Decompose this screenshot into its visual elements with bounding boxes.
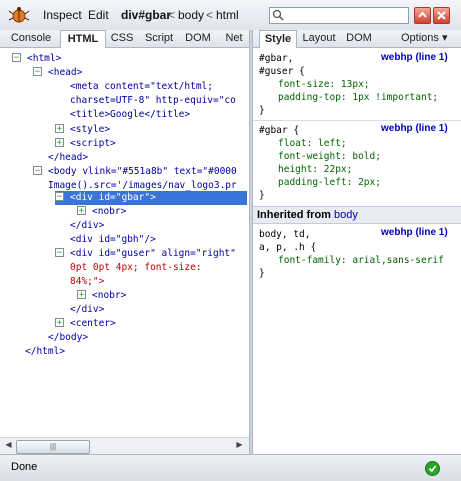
tab-script[interactable]: Script <box>140 30 178 47</box>
tab-layout[interactable]: Layout <box>299 30 339 47</box>
collapse-toggle[interactable]: − <box>55 248 64 258</box>
minimize-up-icon <box>418 11 427 18</box>
css-property[interactable]: font-family: arial,sans-serif <box>278 254 444 267</box>
css-property[interactable]: float: left; <box>278 137 347 150</box>
tree-node-meta-cont: charset=UTF-8" http-equiv="co <box>70 95 236 106</box>
css-property[interactable]: font-weight: bold; <box>278 150 381 163</box>
tree-node-div-close[interactable]: </div> <box>70 220 104 231</box>
tree-node-div-gbh[interactable]: <div id="gbh"/> <box>70 234 156 245</box>
html-tree-panel: − <html> − <head> <meta content="text/html… <box>0 48 249 437</box>
tree-node-div-guser[interactable]: <div id="guser" align="right" <box>70 248 236 259</box>
css-selector: #gbar, <box>259 53 294 64</box>
tree-node-body[interactable]: <body vlink="#551a8b" text="#0000 <box>48 166 237 177</box>
inherited-header: Inherited from body <box>253 206 461 224</box>
minimize-up-button[interactable] <box>414 7 431 24</box>
firebug-toolbar: Inspect Edit div#gbar < body < html <box>0 0 461 31</box>
breadcrumb-selected[interactable]: div#gbar <box>121 8 171 22</box>
expand-toggle[interactable]: + <box>55 318 64 328</box>
tab-dom[interactable]: DOM <box>182 30 214 47</box>
options-label: Options <box>401 32 439 44</box>
css-property[interactable]: padding-left: 2px; <box>278 176 381 189</box>
tree-node-guser-style-end: 84%;"> <box>70 276 105 287</box>
css-selector: #guser { <box>259 66 305 77</box>
tab-css[interactable]: CSS <box>108 30 136 47</box>
panel-tab-bar: Console HTML CSS Script DOM Net <box>0 30 250 49</box>
firebug-icon[interactable] <box>8 6 30 24</box>
expand-toggle[interactable]: + <box>55 138 64 148</box>
css-selector: body, td, <box>259 229 311 240</box>
collapse-toggle[interactable]: − <box>33 166 42 176</box>
tree-node-center[interactable]: <center> <box>70 318 116 329</box>
scroll-left-icon[interactable]: ◀ <box>2 440 15 452</box>
breadcrumb-separator: < <box>168 8 176 22</box>
tree-node-meta[interactable]: <meta content="text/html; <box>70 81 213 92</box>
tab-style[interactable]: Style <box>259 30 297 49</box>
tree-node-nobr[interactable]: <nobr> <box>92 290 126 301</box>
css-property[interactable]: height: 22px; <box>278 163 352 176</box>
css-source-link[interactable]: webhp (line 1) <box>381 51 448 64</box>
tree-node-div-gbar[interactable]: <div id="gbar"> <box>70 192 156 203</box>
tab-console[interactable]: Console <box>8 30 54 47</box>
tree-node-html[interactable]: <html> <box>27 53 61 64</box>
inherited-label: Inherited from <box>257 209 331 221</box>
rule-divider <box>253 120 461 121</box>
status-bar: Done <box>0 454 461 481</box>
css-rule-close: } <box>259 105 265 116</box>
tree-node-body-cont: Image().src='/images/nav_logo3.pr <box>48 180 237 191</box>
breadcrumb-html[interactable]: html <box>216 8 239 22</box>
side-panel-tab-bar: Style Layout DOM Options ▾ <box>253 30 461 49</box>
tab-html[interactable]: HTML <box>60 30 106 49</box>
tree-node-head[interactable]: <head> <box>48 67 82 78</box>
tree-node-script[interactable]: <script> <box>70 138 116 149</box>
inherited-from-link[interactable]: body <box>334 209 358 221</box>
breadcrumb-separator: < <box>206 8 214 22</box>
scroll-right-icon[interactable]: ▶ <box>233 440 246 452</box>
css-selector: #gbar { <box>259 125 300 136</box>
inspect-button[interactable]: Inspect <box>43 8 82 22</box>
expand-toggle[interactable]: + <box>77 290 86 300</box>
tree-node-nobr[interactable]: <nobr> <box>92 206 126 217</box>
horizontal-scrollbar[interactable]: ◀ ||| ▶ <box>0 437 249 455</box>
css-property[interactable]: padding-top: 1px !important; <box>278 91 438 104</box>
tree-node-body-close[interactable]: </body> <box>48 332 88 343</box>
style-panel: #gbar, webhp (line 1) #guser { font-size… <box>253 48 461 454</box>
css-rule-close: } <box>259 268 265 279</box>
search-icon <box>272 9 284 21</box>
tree-node-html-close[interactable]: </html> <box>25 346 65 357</box>
collapse-toggle[interactable]: − <box>55 192 64 202</box>
tree-node-div-close[interactable]: </div> <box>70 304 104 315</box>
chevron-down-icon: ▾ <box>441 32 448 44</box>
tab-net[interactable]: Net <box>220 30 248 47</box>
tree-node-head-close[interactable]: </head> <box>48 152 88 163</box>
close-icon <box>437 11 446 20</box>
css-source-link[interactable]: webhp (line 1) <box>381 122 448 135</box>
options-menu[interactable]: Options ▾ <box>401 30 457 47</box>
status-ok-icon <box>425 461 440 476</box>
expand-toggle[interactable]: + <box>55 124 64 134</box>
collapse-toggle[interactable]: − <box>33 67 42 77</box>
scrollbar-thumb[interactable]: ||| <box>16 440 90 454</box>
edit-button[interactable]: Edit <box>88 8 109 22</box>
tree-node-title[interactable]: <title>Google</title> <box>70 109 190 120</box>
tab-side-dom[interactable]: DOM <box>343 30 375 47</box>
tree-row-selected[interactable]: − <div id="gbar"> <box>55 191 247 205</box>
status-text: Done <box>11 461 38 473</box>
css-selector: a, p, .h { <box>259 242 317 253</box>
collapse-toggle[interactable]: − <box>12 53 21 63</box>
css-source-link[interactable]: webhp (line 1) <box>381 226 448 239</box>
tree-node-style[interactable]: <style> <box>70 124 110 135</box>
search-input[interactable] <box>269 7 409 24</box>
css-property[interactable]: font-size: 13px; <box>278 78 370 91</box>
tree-node-guser-style: 0pt 0pt 4px; font-size: <box>70 262 202 273</box>
css-rule-close: } <box>259 190 265 201</box>
breadcrumb-body[interactable]: body <box>178 8 204 22</box>
close-button[interactable] <box>433 7 450 24</box>
expand-toggle[interactable]: + <box>77 206 86 216</box>
